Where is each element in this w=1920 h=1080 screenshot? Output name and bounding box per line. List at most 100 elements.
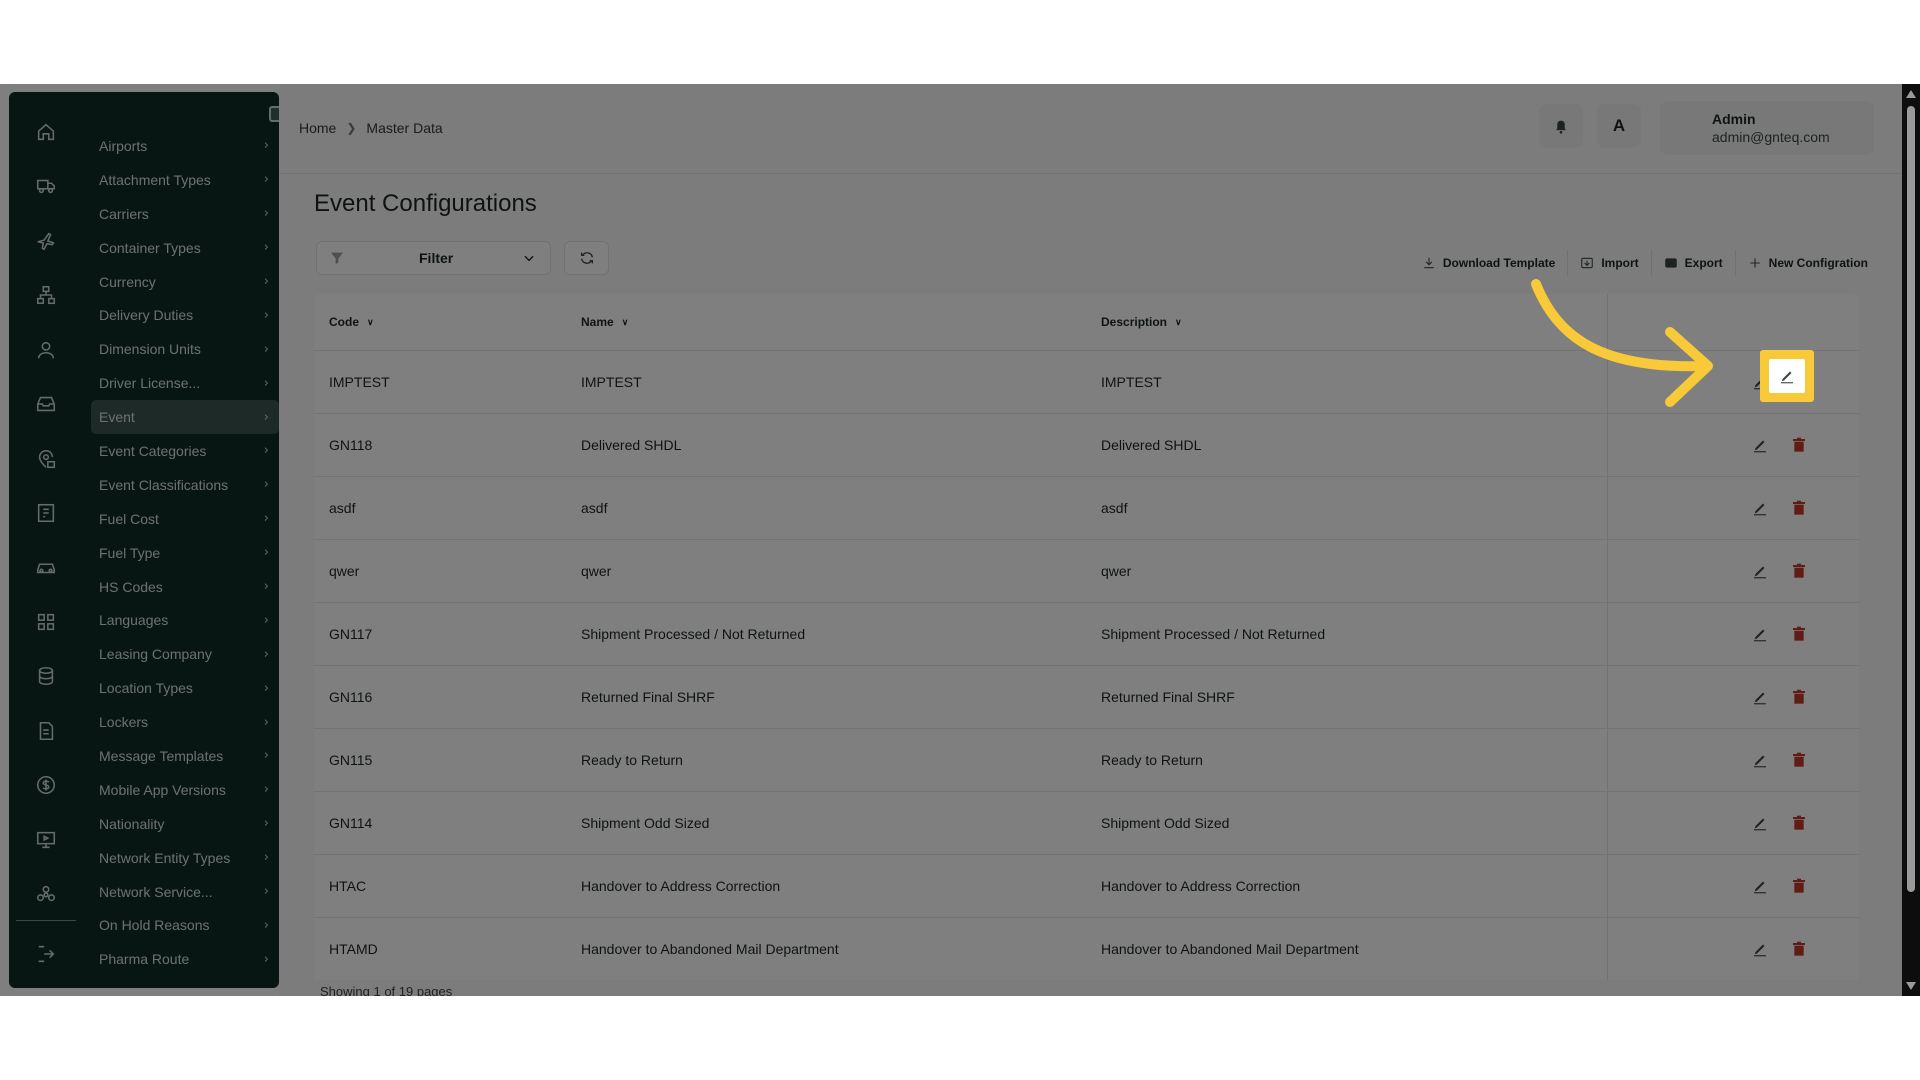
sidebar-item-fuel-cost[interactable]: Fuel Cost › [91,502,279,536]
chevron-right-icon: › [263,545,269,561]
sidebar-item-carriers[interactable]: Carriers › [91,197,279,231]
highlighted-edit-button[interactable] [1760,350,1814,402]
edit-pencil-icon[interactable] [1751,562,1769,580]
chevron-right-icon: › [263,579,269,595]
inbox-icon[interactable] [32,390,60,418]
edit-pencil-icon[interactable] [1751,751,1769,769]
table-row[interactable]: GN116 Returned Final SHRF Returned Final S… [314,665,1859,728]
home-icon[interactable] [32,118,60,146]
sidebar-item-event[interactable]: Event › [91,400,279,435]
new-configuration-button[interactable]: New Configration [1734,250,1880,276]
notifications-button[interactable] [1539,104,1583,148]
sidebar-item-currency[interactable]: Currency › [91,265,279,299]
plane-icon[interactable] [32,227,60,255]
database-icon[interactable] [32,662,60,690]
dollar-icon[interactable] [32,771,60,799]
sidebar-item-label: Dimension Units [99,341,201,358]
language-button[interactable]: A [1597,104,1641,148]
edit-pencil-icon[interactable] [1751,814,1769,832]
sidebar-item-on-hold-reasons[interactable]: On Hold Reasons › [91,908,279,942]
sidebar-item-mobile-app-versions[interactable]: Mobile App Versions › [91,773,279,807]
table-row[interactable]: GN117 Shipment Processed / Not Returned Sh… [314,602,1859,665]
table-row[interactable]: GN118 Delivered SHDL Delivered SHDL [314,413,1859,476]
delete-trash-icon[interactable] [1792,563,1806,579]
edit-pencil-icon[interactable] [1751,436,1769,454]
chevron-right-icon: › [263,240,269,256]
sidebar-item-hs-codes[interactable]: HS Codes › [91,570,279,604]
edit-pencil-icon[interactable] [1751,625,1769,643]
sidebar-item-leasing-company[interactable]: Leasing Company › [91,637,279,671]
network-icon[interactable] [32,281,60,309]
delete-trash-icon[interactable] [1792,500,1806,516]
sidebar-item-delivery-duties[interactable]: Delivery Duties › [91,298,279,332]
plus-icon [1750,258,1760,268]
table-row[interactable]: HTAMD Handover to Abandoned Mail Departme… [314,917,1859,980]
hub-icon[interactable] [32,880,60,908]
delete-trash-icon[interactable] [1792,689,1806,705]
sidebar-item-label: Attachment Types [99,171,211,188]
delete-trash-icon[interactable] [1792,752,1806,768]
column-header-description[interactable]: Description ∨ [1101,315,1182,329]
sidebar-collapse-button[interactable] [269,106,279,122]
cell-description: Ready to Return [1101,752,1203,768]
grid-icon[interactable] [32,608,60,636]
breadcrumb-home[interactable]: Home [299,120,336,136]
refresh-button[interactable] [564,241,609,275]
truck-icon[interactable] [32,172,60,200]
sidebar-item-network-entity-types[interactable]: Network Entity Types › [91,841,279,875]
export-label: Export [1684,256,1723,270]
sidebar-item-fuel-type[interactable]: Fuel Type › [91,536,279,570]
edit-pencil-icon[interactable] [1751,940,1769,958]
scroll-thumb[interactable] [1907,106,1915,892]
cell-code: HTAMD [329,941,378,957]
sidebar-item-message-templates[interactable]: Message Templates › [91,739,279,773]
column-header-code[interactable]: Code ∨ [329,315,374,329]
sidebar-item-nationality[interactable]: Nationality › [91,807,279,841]
edit-pencil-icon[interactable] [1751,499,1769,517]
building-icon[interactable] [32,499,60,527]
chevron-right-icon: › [263,443,269,459]
logout-icon[interactable] [32,940,60,968]
sidebar-item-airports[interactable]: Airports › [91,129,279,163]
location-lock-icon[interactable] [32,445,60,473]
sidebar-item-event-categories[interactable]: Event Categories › [91,434,279,468]
download-template-button[interactable]: Download Template [1410,250,1567,276]
user-icon[interactable] [32,336,60,364]
column-header-name[interactable]: Name ∨ [581,315,628,329]
scroll-up-arrow-icon[interactable] [1906,90,1916,98]
delete-trash-icon[interactable] [1792,941,1806,957]
user-profile[interactable]: Admin admin@gnteq.com [1660,101,1874,155]
sidebar-item-attachment-types[interactable]: Attachment Types › [91,163,279,197]
export-button[interactable]: Export [1650,250,1735,276]
sidebar-item-event-classifications[interactable]: Event Classifications › [91,468,279,502]
sidebar-item-network-service[interactable]: Network Service... › [91,875,279,909]
sidebar-item-driver-license[interactable]: Driver License... › [91,366,279,400]
table-row[interactable]: HTAC Handover to Address Correction Handov… [314,854,1859,917]
document-icon[interactable] [32,717,60,745]
table-row[interactable]: GN114 Shipment Odd Sized Shipment Odd Size… [314,791,1859,854]
sidebar-item-container-types[interactable]: Container Types › [91,231,279,265]
sidebar-item-pharma-route[interactable]: Pharma Route › [91,942,279,976]
chevron-right-icon: › [263,375,269,391]
edit-pencil-icon[interactable] [1751,877,1769,895]
car-icon[interactable] [32,553,60,581]
scroll-down-arrow-icon[interactable] [1906,982,1916,990]
delete-trash-icon[interactable] [1792,626,1806,642]
delete-trash-icon[interactable] [1792,437,1806,453]
sidebar-item-location-types[interactable]: Location Types › [91,671,279,705]
monitor-icon[interactable] [32,826,60,854]
filter-dropdown[interactable]: Filter [316,241,551,275]
table-row[interactable]: GN115 Ready to Return Ready to Return [314,728,1859,791]
table-row[interactable]: qwer qwer qwer [314,539,1859,602]
chevron-right-icon: › [263,274,269,289]
sidebar-item-dimension-units[interactable]: Dimension Units › [91,332,279,366]
sidebar-item-label: Airports [99,137,148,154]
sidebar-item-lockers[interactable]: Lockers › [91,705,279,739]
vertical-scrollbar[interactable] [1902,84,1920,996]
table-row[interactable]: asdf asdf asdf [314,476,1859,539]
import-button[interactable]: Import [1567,250,1650,276]
delete-trash-icon[interactable] [1792,878,1806,894]
edit-pencil-icon[interactable] [1751,688,1769,706]
sidebar-item-languages[interactable]: Languages › [91,603,279,637]
delete-trash-icon[interactable] [1792,815,1806,831]
